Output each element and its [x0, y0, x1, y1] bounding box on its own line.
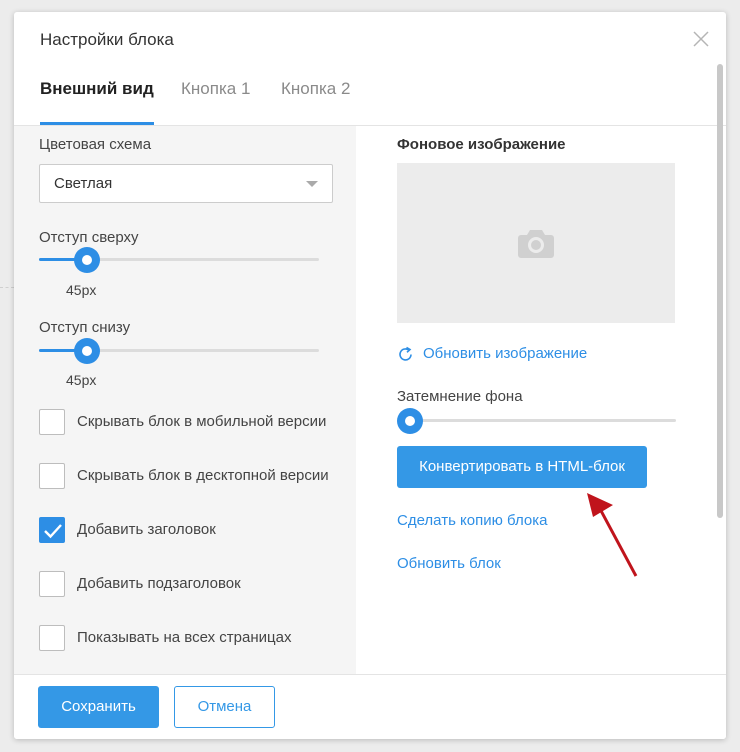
slider-handle[interactable]	[73, 338, 100, 364]
refresh-image-label: Обновить изображение	[423, 345, 588, 362]
annotation-arrow-icon	[587, 493, 638, 577]
close-icon	[693, 31, 709, 47]
modal-title: Настройки блока	[40, 30, 174, 49]
check-icon	[44, 524, 62, 539]
add-subtitle-checkbox[interactable]	[39, 571, 65, 597]
block-settings-modal: Настройки блока Внешний вид Кнопка 1 Кно…	[14, 12, 726, 739]
refresh-block-link[interactable]: Обновить блок	[397, 555, 501, 572]
top-padding-value: 45px	[66, 282, 97, 298]
add-title-checkbox[interactable]	[39, 517, 65, 543]
top-padding-label: Отступ сверху	[39, 229, 139, 246]
bottom-padding-label: Отступ снизу	[39, 319, 131, 336]
slider-handle[interactable]	[73, 247, 100, 273]
backdrop-guide-line	[0, 287, 14, 288]
convert-to-html-button[interactable]: Конвертировать в HTML-блок	[397, 446, 647, 488]
slider-track	[410, 419, 676, 422]
copy-block-link[interactable]: Сделать копию блока	[397, 512, 547, 529]
hide-mobile-checkbox[interactable]	[39, 409, 65, 435]
hide-desktop-label: Скрывать блок в десктопной версии	[77, 467, 329, 484]
dimming-label: Затемнение фона	[397, 388, 523, 405]
tab-button-2[interactable]: Кнопка 2	[281, 76, 350, 125]
chevron-down-icon	[306, 181, 318, 187]
settings-tabs: Внешний вид Кнопка 1 Кнопка 2	[14, 72, 726, 126]
camera-icon	[518, 230, 554, 258]
refresh-icon	[399, 346, 412, 361]
background-image-title: Фоновое изображение	[397, 136, 566, 153]
bottom-padding-value: 45px	[66, 372, 97, 388]
top-padding-slider[interactable]	[39, 247, 319, 273]
cancel-button[interactable]: Отмена	[174, 686, 275, 728]
hide-mobile-label: Скрывать блок в мобильной версии	[77, 413, 327, 430]
color-scheme-select[interactable]: Светлая	[39, 164, 333, 203]
dimming-slider[interactable]	[397, 408, 676, 434]
add-subtitle-label: Добавить подзаголовок	[77, 575, 241, 592]
close-button[interactable]	[692, 30, 710, 48]
show-all-pages-label: Показывать на всех страницах	[77, 629, 292, 646]
color-scheme-value: Светлая	[54, 175, 113, 192]
hide-desktop-checkbox[interactable]	[39, 463, 65, 489]
slider-handle[interactable]	[397, 408, 423, 434]
add-title-label: Добавить заголовок	[77, 521, 216, 538]
scrollbar-thumb[interactable]	[717, 64, 723, 518]
save-button[interactable]: Сохранить	[38, 686, 159, 728]
tab-button-1[interactable]: Кнопка 1	[181, 76, 250, 125]
show-all-pages-checkbox[interactable]	[39, 625, 65, 651]
tab-appearance[interactable]: Внешний вид	[40, 76, 154, 125]
background-image-upload[interactable]	[397, 163, 675, 323]
bottom-padding-slider[interactable]	[39, 338, 319, 364]
color-scheme-label: Цветовая схема	[39, 136, 152, 153]
